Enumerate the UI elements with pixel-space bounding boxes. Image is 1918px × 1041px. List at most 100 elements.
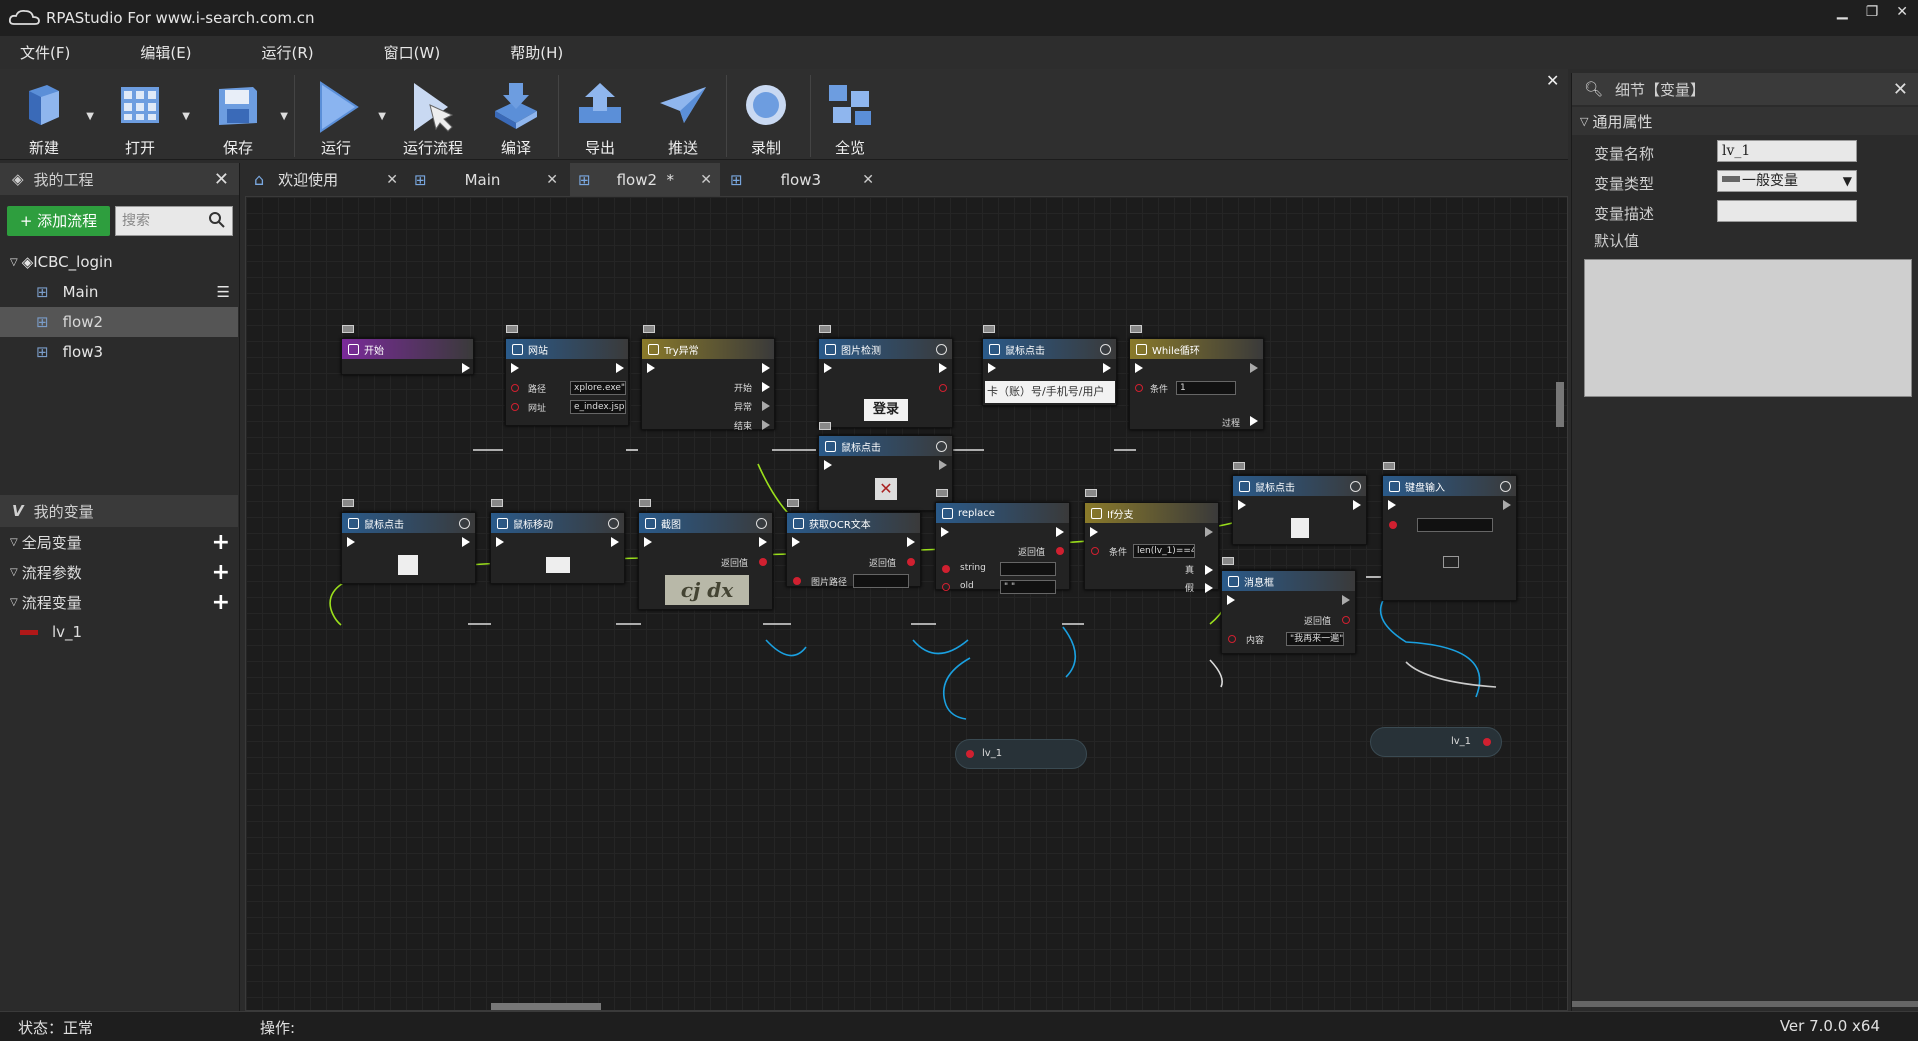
input-pin[interactable]: [1135, 384, 1143, 392]
minimize-icon[interactable]: ▁: [1837, 4, 1848, 20]
node-while[interactable]: While循环 条件 1 过程: [1129, 338, 1264, 430]
exec-out-pin[interactable]: [759, 537, 767, 547]
node-handle-icon[interactable]: [1085, 489, 1097, 497]
menu-window[interactable]: 窗口(W): [364, 42, 471, 63]
node-replace[interactable]: replace 返回值 string old " ": [935, 502, 1070, 594]
open-dropdown-icon[interactable]: ▼: [182, 111, 190, 122]
add-param-icon[interactable]: +: [212, 560, 230, 585]
node-handle-icon[interactable]: [342, 325, 354, 333]
loop-body-pin[interactable]: [1250, 416, 1258, 426]
exec-out-pin[interactable]: [939, 363, 947, 373]
output-pin[interactable]: [759, 558, 767, 566]
var-name-input[interactable]: lv_1: [1717, 140, 1857, 162]
try-start-pin[interactable]: [762, 382, 770, 392]
flow-vars-header[interactable]: ▽ 流程变量 +: [0, 587, 238, 617]
exec-out-pin[interactable]: [907, 537, 915, 547]
default-value-textarea[interactable]: [1584, 259, 1912, 397]
target-icon[interactable]: [756, 517, 767, 529]
new-button[interactable]: 新建 ▼: [4, 73, 94, 157]
exec-out-pin[interactable]: [462, 537, 470, 547]
node-handle-icon[interactable]: [1383, 462, 1395, 470]
exec-out-pin[interactable]: [1103, 363, 1111, 373]
try-end-pin[interactable]: [762, 420, 770, 430]
close-document-icon[interactable]: ✕: [1546, 71, 1559, 90]
project-tree-root[interactable]: ▽ ◈ ICBC_login: [0, 247, 238, 277]
exec-in-pin[interactable]: [1227, 595, 1235, 605]
input-pin[interactable]: [511, 403, 519, 411]
node-handle-icon[interactable]: [342, 499, 354, 507]
input-pin[interactable]: [966, 750, 974, 758]
node-start[interactable]: 开始: [341, 338, 474, 375]
exec-out-pin[interactable]: [616, 363, 624, 373]
exec-in-pin[interactable]: [511, 363, 519, 373]
input-pin[interactable]: [511, 384, 519, 392]
tab-main[interactable]: ⊞ Main ✕: [414, 163, 564, 196]
node-mouse-click-1[interactable]: 鼠标点击 卡（账）号/手机号/用户: [982, 338, 1117, 406]
exec-out-pin[interactable]: [939, 460, 947, 470]
input-pin[interactable]: [942, 583, 950, 591]
exec-out-pin[interactable]: [462, 363, 470, 373]
node-msgbox[interactable]: 消息框 返回值 内容 "我再来一遍": [1221, 570, 1356, 654]
vertical-scrollbar-thumb[interactable]: [1556, 382, 1564, 427]
variable-node-lv1[interactable]: lv_1: [955, 739, 1087, 769]
exec-in-pin[interactable]: [988, 363, 996, 373]
record-button[interactable]: 录制: [726, 73, 806, 157]
horizontal-scrollbar[interactable]: [1572, 1001, 1918, 1007]
variable-node-lv1-2[interactable]: lv_1: [1370, 727, 1502, 757]
push-button[interactable]: 推送: [643, 73, 723, 157]
target-icon[interactable]: [1350, 480, 1361, 492]
node-ocr[interactable]: 获取OCR文本 返回值 图片路径: [786, 512, 921, 588]
chevron-down-icon[interactable]: ▽: [10, 537, 18, 548]
horizontal-scrollbar-thumb[interactable]: [491, 1003, 601, 1010]
input-pin[interactable]: [1389, 521, 1397, 529]
menu-run[interactable]: 运行(R): [242, 42, 344, 63]
node-screenshot[interactable]: 截图 返回值 cj dx: [638, 512, 773, 610]
menu-edit[interactable]: 编辑(E): [120, 42, 221, 63]
chevron-down-icon[interactable]: ▽: [1580, 115, 1588, 128]
output-pin[interactable]: [907, 558, 915, 566]
variable-item-lv1[interactable]: lv_1: [0, 617, 238, 647]
flow-params-header[interactable]: ▽ 流程参数 +: [0, 557, 238, 587]
exec-in-pin[interactable]: [941, 527, 949, 537]
close-icon[interactable]: ✕: [214, 169, 229, 190]
node-mouse-move[interactable]: 鼠标移动: [490, 512, 625, 584]
exec-in-pin[interactable]: [1388, 500, 1396, 510]
exec-in-pin[interactable]: [792, 537, 800, 547]
target-icon[interactable]: [1500, 480, 1511, 492]
node-website[interactable]: 网站 路径 xplore.exe" 网址 e_index.jsp": [505, 338, 629, 426]
output-pin[interactable]: [1056, 547, 1064, 555]
exec-out-pin[interactable]: [1250, 363, 1258, 373]
output-pin[interactable]: [1342, 616, 1350, 624]
if-true-pin[interactable]: [1205, 565, 1213, 575]
exec-out-pin[interactable]: [611, 537, 619, 547]
close-icon[interactable]: ✕: [1893, 79, 1908, 100]
url-field[interactable]: e_index.jsp": [570, 400, 626, 414]
tree-item-flow3[interactable]: ⊞ flow3: [0, 337, 238, 367]
menu-help[interactable]: 帮助(H): [490, 42, 593, 63]
node-handle-icon[interactable]: [643, 325, 655, 333]
save-dropdown-icon[interactable]: ▼: [280, 111, 288, 122]
chevron-down-icon[interactable]: ▽: [10, 567, 18, 578]
exec-out-pin[interactable]: [1056, 527, 1064, 537]
node-handle-icon[interactable]: [639, 499, 651, 507]
node-keyboard-input[interactable]: 键盘输入: [1382, 475, 1517, 601]
tree-item-main[interactable]: ⊞ Main ☰: [0, 277, 238, 307]
node-mouse-click-4[interactable]: 鼠标点击: [1232, 475, 1367, 545]
tab-flow3[interactable]: ⊞ flow3 ✕: [730, 163, 880, 196]
node-handle-icon[interactable]: [936, 489, 948, 497]
exec-in-pin[interactable]: [647, 363, 655, 373]
target-icon[interactable]: [459, 517, 470, 529]
input-pin[interactable]: [1228, 635, 1236, 643]
close-icon[interactable]: ✕: [1896, 4, 1908, 20]
message-content-field[interactable]: "我再来一遍": [1286, 632, 1344, 646]
node-mouse-click-2[interactable]: 鼠标点击 ✕: [818, 435, 953, 511]
exec-in-pin[interactable]: [824, 460, 832, 470]
node-handle-icon[interactable]: [983, 325, 995, 333]
node-handle-icon[interactable]: [819, 325, 831, 333]
global-vars-header[interactable]: ▽ 全局变量 +: [0, 527, 238, 557]
section-header[interactable]: ▽ 通用属性: [1572, 107, 1918, 135]
tab-close-icon[interactable]: ✕: [546, 172, 558, 188]
exec-in-pin[interactable]: [347, 537, 355, 547]
var-desc-input[interactable]: [1717, 200, 1857, 222]
chevron-down-icon[interactable]: ▽: [10, 597, 18, 608]
